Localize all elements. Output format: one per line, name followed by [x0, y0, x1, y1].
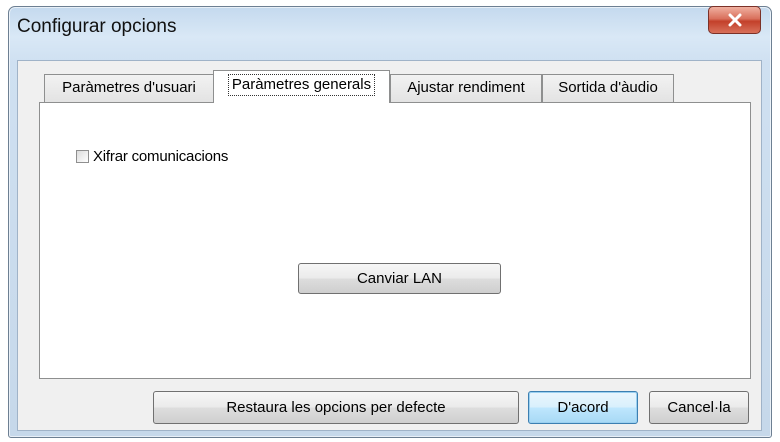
- tab-label: Paràmetres d'usuari: [62, 79, 196, 96]
- change-lan-button[interactable]: Canviar LAN: [298, 263, 501, 294]
- tab-performance[interactable]: Ajustar rendiment: [390, 74, 542, 102]
- encrypt-communications-checkbox[interactable]: [76, 150, 89, 163]
- tab-label: Ajustar rendiment: [407, 79, 525, 96]
- tab-label: Sortida d'àudio: [558, 79, 658, 96]
- encrypt-communications-option[interactable]: Xifrar comunicacions: [76, 148, 228, 165]
- tab-panel-general: [39, 102, 751, 379]
- encrypt-communications-label: Xifrar comunicacions: [93, 148, 229, 165]
- restore-defaults-button[interactable]: Restaura les opcions per defecte: [153, 391, 519, 424]
- window-title: Configurar opcions: [17, 16, 177, 37]
- cancel-button[interactable]: Cancel·la: [649, 391, 749, 424]
- tab-general-settings[interactable]: Paràmetres generals: [213, 70, 390, 103]
- close-icon: [727, 13, 743, 27]
- close-button[interactable]: [708, 6, 761, 34]
- tab-label: Paràmetres generals: [227, 74, 376, 96]
- tab-user-settings[interactable]: Paràmetres d'usuari: [44, 74, 214, 102]
- ok-button[interactable]: D'acord: [528, 391, 638, 424]
- tab-audio-output[interactable]: Sortida d'àudio: [542, 74, 674, 102]
